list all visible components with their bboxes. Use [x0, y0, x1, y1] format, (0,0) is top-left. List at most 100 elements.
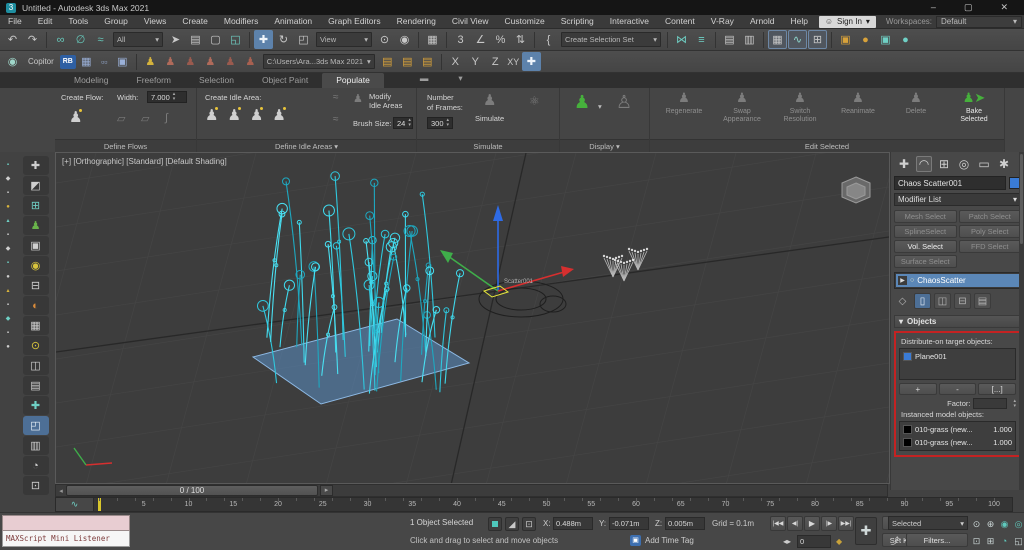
viewport-label[interactable]: [+] [Orthographic] [Standard] [Default S…: [62, 157, 227, 166]
time-slider[interactable]: ◂ 0 / 100 ▸: [55, 484, 888, 497]
menu-help[interactable]: Help: [783, 15, 816, 28]
current-frame-field[interactable]: 0: [797, 535, 831, 548]
pan-time-icon[interactable]: ✚: [855, 517, 877, 545]
create-flow-icon[interactable]: ♟: [69, 108, 82, 126]
mini-tool-icon[interactable]: ▪: [7, 260, 9, 267]
remove-modifier-icon[interactable]: ⊟: [954, 293, 971, 309]
zoom-icon[interactable]: ⊙: [970, 516, 983, 532]
configure-modifier-sets-icon[interactable]: ▤: [974, 293, 991, 309]
frame-step-arrows[interactable]: ◂▸: [783, 537, 791, 546]
modifier-list-dropdown[interactable]: Modifier List ▾: [894, 193, 1021, 206]
mini-tool-icon[interactable]: ▪: [7, 162, 9, 169]
align-icon[interactable]: ≡: [692, 30, 711, 49]
mini-tool-icon[interactable]: ◆: [6, 316, 11, 323]
command-panel-scrollbar[interactable]: [1019, 152, 1024, 490]
make-unique-icon[interactable]: ◫: [934, 293, 951, 309]
expand-arrow-icon[interactable]: ▶: [898, 276, 907, 285]
display-people-icon[interactable]: ♟: [574, 92, 590, 113]
y-coordinate-field[interactable]: -0.071m: [609, 517, 649, 530]
key-mode-toggle-icon[interactable]: ◆: [836, 537, 842, 546]
snap-toggle-3d-icon[interactable]: 3: [451, 30, 470, 49]
toolbox-grid-icon[interactable]: ⊞: [23, 196, 49, 215]
swap-appearance-button[interactable]: ♟Swap Appearance: [714, 90, 770, 124]
maximize-button[interactable]: ▢: [964, 2, 973, 13]
menu-modifiers[interactable]: Modifiers: [216, 15, 266, 28]
mini-tool-icon[interactable]: ◆: [6, 176, 11, 183]
select-by-name-icon[interactable]: ▤: [186, 30, 205, 49]
selection-set-dropdown[interactable]: Selected ▾: [888, 516, 968, 530]
ribbon-tab-populate[interactable]: Populate: [322, 73, 384, 88]
create-idle-area-3-icon[interactable]: ♟: [250, 106, 263, 124]
menu-civil-view[interactable]: Civil View: [444, 15, 497, 28]
chevron-down-icon[interactable]: ▾: [598, 102, 602, 111]
select-and-rotate-icon[interactable]: ↻: [274, 30, 293, 49]
mesh-select-button[interactable]: Mesh Select: [894, 210, 957, 223]
create-idle-area-2-icon[interactable]: ♟: [227, 106, 240, 124]
steering-wheel-icon[interactable]: [842, 177, 870, 203]
table-tool-icon[interactable]: ▣: [113, 52, 132, 71]
toggle-ribbon-icon[interactable]: ▦: [768, 30, 787, 49]
go-to-end-button[interactable]: ▶▶|: [838, 516, 854, 531]
toggle-layer-explorer-icon[interactable]: ▥: [740, 30, 759, 49]
menu-rendering[interactable]: Rendering: [389, 15, 444, 28]
factor-spinner[interactable]: ▴▾: [1013, 399, 1016, 409]
toolbox-target-icon[interactable]: ⊙: [23, 336, 49, 355]
angle-snap-toggle-icon[interactable]: ∠: [471, 30, 490, 49]
ffd-select-button[interactable]: FFD Select: [959, 240, 1022, 253]
toolbox-rows-icon[interactable]: ▥: [23, 436, 49, 455]
visibility-bulb-icon[interactable]: ○: [910, 277, 914, 284]
simulate-icon[interactable]: ♟: [483, 91, 496, 109]
brush-size-field[interactable]: 24▴▾: [393, 117, 413, 129]
flow-width-field[interactable]: 7.000▴▾: [147, 91, 187, 103]
pin-stack-icon[interactable]: ◇: [894, 293, 911, 309]
remove-target-button[interactable]: -: [939, 383, 977, 395]
menu-interactive[interactable]: Interactive: [602, 15, 657, 28]
menu-arnold[interactable]: Arnold: [742, 15, 783, 28]
vol-select-button[interactable]: Vol. Select: [894, 240, 957, 253]
display-lowres-icon[interactable]: ♙: [616, 92, 632, 113]
play-button[interactable]: ▶: [804, 516, 820, 531]
mini-tool-icon[interactable]: ▪: [7, 232, 9, 239]
toolbox-mesh-icon[interactable]: ▦: [23, 316, 49, 335]
selection-filter-dropdown[interactable]: All▾: [113, 32, 163, 47]
next-key-button[interactable]: |▶: [821, 516, 837, 531]
menu-edit[interactable]: Edit: [30, 15, 61, 28]
switch-resolution-button[interactable]: ♟Switch Resolution: [772, 90, 828, 124]
mini-tool-icon[interactable]: ●: [6, 274, 10, 281]
ribbon-tab-selection[interactable]: Selection: [185, 73, 248, 88]
workspace-dropdown[interactable]: Default ▾: [936, 16, 1022, 28]
toolbox-half-icon[interactable]: ◐: [23, 296, 49, 315]
flow-ramp-up-icon[interactable]: ▱: [117, 112, 125, 125]
named-selection-sets-dropdown[interactable]: Create Selection Set▾: [561, 32, 661, 47]
array-tool-icon[interactable]: ▫▫: [97, 52, 112, 71]
modify-tab-icon[interactable]: ◠: [916, 156, 932, 172]
selection-lock-toggle-icon[interactable]: ◢: [505, 517, 519, 531]
menu-views[interactable]: Views: [136, 15, 175, 28]
zoom-all-icon[interactable]: ⊕: [984, 516, 997, 532]
mini-tool-icon[interactable]: ▴: [6, 288, 9, 295]
modifier-stack-item[interactable]: ▶ ○ ChaosScatter: [896, 274, 1019, 287]
ribbon-tab-modeling[interactable]: Modeling: [60, 73, 123, 88]
viewport-canvas[interactable]: Scatter001: [56, 153, 889, 483]
axis-xy-plane-icon[interactable]: XY: [506, 52, 521, 71]
isolate-selection-toggle-icon[interactable]: [488, 517, 502, 531]
close-button[interactable]: ✕: [1000, 2, 1008, 13]
mini-tool-icon[interactable]: ●: [6, 204, 10, 211]
idle-area-subtract-icon[interactable]: ≈: [333, 114, 339, 125]
toolbox-shape-icon[interactable]: ◩: [23, 176, 49, 195]
previous-frame-arrow[interactable]: ◂: [56, 487, 66, 495]
instanced-model-row[interactable]: 010-grass (new...1.000: [901, 423, 1014, 436]
toolbox-add-icon[interactable]: ✚: [23, 396, 49, 415]
copitor-button[interactable]: Copitor: [23, 57, 59, 66]
redo-icon[interactable]: ↷: [23, 30, 42, 49]
plane001-object[interactable]: [253, 319, 469, 404]
select-and-scale-icon[interactable]: ◰: [294, 30, 313, 49]
toolbox-light-icon[interactable]: ◉: [23, 256, 49, 275]
previous-key-button[interactable]: ◀|: [787, 516, 803, 531]
mini-tool-icon[interactable]: ▪: [7, 302, 9, 309]
toolbox-list-icon[interactable]: ▤: [23, 376, 49, 395]
ribbon-tab-freeform[interactable]: Freeform: [123, 73, 185, 88]
project-folder-dropdown[interactable]: C:\Users\Ara...3ds Max 2021▾: [263, 54, 375, 69]
maxscript-mini-listener[interactable]: MAXScript Mini Listener: [2, 515, 130, 549]
populate-walk-icon[interactable]: ♟: [201, 52, 220, 71]
